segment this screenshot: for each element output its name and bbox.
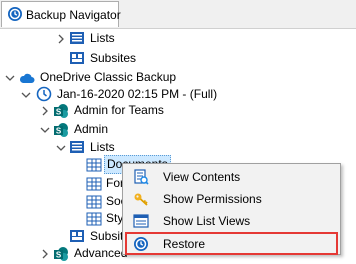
chevron-down-icon[interactable] [5,73,15,83]
tree-item-label: Lists [90,31,115,45]
restore-icon [134,237,148,251]
view-contents-icon [134,169,149,185]
menu-item-label: Show Permissions [163,192,262,206]
subsites-icon [70,52,84,64]
menu-item-show-list-views[interactable]: Show List Views [125,210,338,232]
tree-item-lists-top[interactable]: Lists [0,28,356,49]
sharepoint-icon: S [54,123,68,137]
svg-text:S: S [56,127,62,136]
tab-backup-navigator[interactable]: Backup Navigator [1,1,121,27]
backup-navigator-icon [8,7,22,21]
list-views-icon [133,214,149,228]
subsites-icon [70,230,84,242]
menu-item-label: Show List Views [163,214,251,228]
menu-item-label: View Contents [163,170,241,184]
svg-text:S: S [56,251,62,260]
menu-item-show-permissions[interactable]: Show Permissions [125,188,338,210]
sharepoint-icon: S [54,104,68,118]
tree-item-admin-for-teams[interactable]: S Admin for Teams [0,100,356,121]
menu-item-label: Restore [163,237,206,251]
grid-list-icon [86,177,102,191]
tab-strip: Backup Navigator [0,0,356,29]
grid-list-icon [86,158,102,172]
grid-list-icon [86,212,102,226]
chevron-down-icon[interactable] [21,90,31,100]
tree-item-label: Subsites [90,51,137,65]
tree-item-label: Admin for Teams [74,103,164,117]
chevron-right-icon[interactable] [56,34,66,44]
menu-item-view-contents[interactable]: View Contents [125,166,338,188]
tree-item-label: Advanced [74,246,128,260]
chevron-down-icon[interactable] [40,125,50,135]
tab-title: Backup Navigator [26,8,121,22]
list-icon [70,141,84,153]
key-icon [134,193,148,206]
list-icon [70,32,84,44]
chevron-down-icon[interactable] [56,143,66,153]
context-menu: View Contents Show Permissions Show List… [122,163,341,255]
tree-item-subsites-top[interactable]: Subsites [0,48,356,69]
chevron-right-icon[interactable] [40,249,50,259]
menu-item-restore[interactable]: Restore [125,232,338,255]
sharepoint-icon: S [54,247,68,261]
svg-text:S: S [56,108,62,117]
chevron-right-icon[interactable] [40,106,50,116]
